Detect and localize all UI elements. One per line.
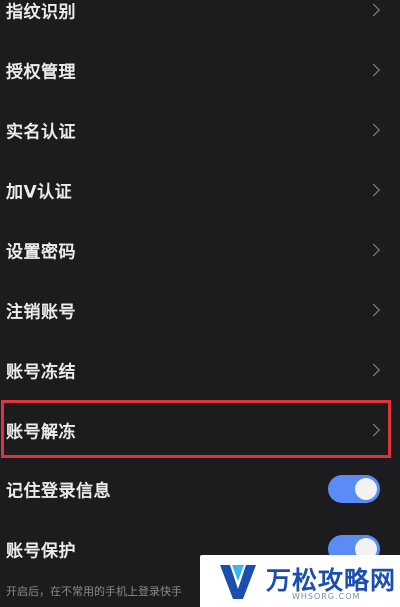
- settings-row-real-name[interactable]: 实名认证: [0, 100, 400, 160]
- settings-row-label: 加V认证: [6, 182, 73, 203]
- settings-row-label: 记住登录信息: [6, 481, 111, 502]
- chevron-right-icon: [367, 3, 380, 17]
- watermark-url: WHSORG.COM: [292, 592, 361, 601]
- chevron-right-icon: [367, 303, 380, 317]
- chevron-right-icon: [367, 183, 380, 197]
- watermark-logo-icon: [220, 565, 256, 599]
- settings-row-remember-login: 记住登录信息: [0, 459, 400, 519]
- settings-row-unfreeze-account[interactable]: 账号解冻: [0, 400, 400, 460]
- settings-row-v-verification[interactable]: 加V认证: [0, 160, 400, 220]
- settings-row-label: 账号冻结: [6, 362, 76, 383]
- settings-row-label: 实名认证: [6, 122, 76, 143]
- account-protection-note: 开启后，在不常用的手机上登录快手: [6, 585, 182, 598]
- settings-row-delete-account[interactable]: 注销账号: [0, 280, 400, 340]
- toggle-knob: [355, 478, 377, 500]
- settings-row-label: 授权管理: [6, 62, 76, 83]
- remember-login-toggle[interactable]: [328, 475, 380, 503]
- chevron-right-icon: [367, 243, 380, 257]
- settings-row-set-password[interactable]: 设置密码: [0, 220, 400, 280]
- watermark-banner: 万松攻略网 WHSORG.COM: [200, 555, 400, 607]
- settings-screen: 指纹识别 授权管理 实名认证 加V认证 设置密码 注销账号 账号冻结 账号解冻 …: [0, 0, 400, 607]
- chevron-right-icon: [367, 423, 380, 437]
- settings-row-label: 账号解冻: [6, 422, 76, 443]
- settings-row-fingerprint[interactable]: 指纹识别: [0, 0, 400, 40]
- settings-row-label: 注销账号: [6, 302, 76, 323]
- chevron-right-icon: [367, 123, 380, 137]
- settings-row-authorization[interactable]: 授权管理: [0, 40, 400, 100]
- settings-row-label: 账号保护: [6, 541, 76, 562]
- settings-row-freeze-account[interactable]: 账号冻结: [0, 340, 400, 400]
- chevron-right-icon: [367, 363, 380, 377]
- chevron-right-icon: [367, 63, 380, 77]
- settings-row-label: 指纹识别: [6, 2, 76, 23]
- settings-row-label: 设置密码: [6, 242, 76, 263]
